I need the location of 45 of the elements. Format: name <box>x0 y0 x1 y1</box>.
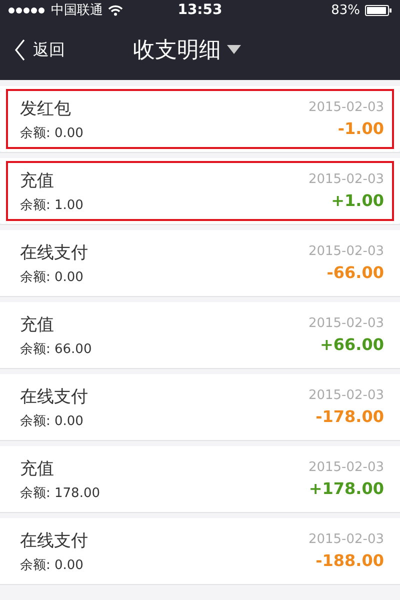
carrier-name: 中国联通 <box>51 2 103 19</box>
transaction-date: 2015-02-03 <box>308 316 384 331</box>
transaction-title: 在线支付 <box>20 386 88 408</box>
transaction-date: 2015-02-03 <box>308 460 384 475</box>
transaction-date: 2015-02-03 <box>308 100 384 115</box>
transaction-title: 发红包 <box>20 98 72 120</box>
amount-text: -178.00 <box>316 407 384 426</box>
transaction-title: 充值 <box>20 170 55 192</box>
back-button[interactable]: 返回 <box>14 39 65 61</box>
wifi-icon <box>108 4 123 16</box>
battery-icon <box>364 4 392 16</box>
balance-text: 余额: 0.00 <box>20 268 84 286</box>
transaction-date: 2015-02-03 <box>308 244 384 259</box>
amount-text: +66.00 <box>320 335 384 354</box>
battery-percentage: 83% <box>331 2 360 18</box>
transaction-row[interactable]: 在线支付 余额: 0.00 2015-02-03 -66.00 <box>0 230 400 297</box>
transaction-row[interactable]: 发红包 余额: 0.00 2015-02-03 -1.00 <box>0 86 400 153</box>
transaction-title: 在线支付 <box>20 242 88 264</box>
transaction-row[interactable]: 在线支付 余额: 0.00 2015-02-03 -178.00 <box>0 374 400 441</box>
transaction-row[interactable]: 充值 余额: 66.00 2015-02-03 +66.00 <box>0 302 400 369</box>
amount-text: -188.00 <box>316 551 384 570</box>
transaction-title: 充值 <box>20 458 55 480</box>
transaction-title: 在线支付 <box>20 530 88 552</box>
balance-text: 余额: 1.00 <box>20 196 84 214</box>
transaction-date: 2015-02-03 <box>308 388 384 403</box>
balance-text: 余额: 66.00 <box>20 340 92 358</box>
transaction-date: 2015-02-03 <box>308 172 384 187</box>
amount-text: +1.00 <box>331 191 384 210</box>
transaction-row[interactable]: 充值 余额: 1.00 2015-02-03 +1.00 <box>0 158 400 225</box>
signal-icon <box>8 6 46 14</box>
balance-text: 余额: 178.00 <box>20 484 100 502</box>
amount-text: -1.00 <box>338 119 384 138</box>
clock-time: 13:53 <box>178 2 222 18</box>
amount-text: +178.00 <box>308 479 384 498</box>
caret-icon <box>227 45 241 55</box>
amount-text: -66.00 <box>326 263 384 282</box>
balance-text: 余额: 0.00 <box>20 124 84 142</box>
transaction-title: 充值 <box>20 314 55 336</box>
transaction-date: 2015-02-03 <box>308 532 384 547</box>
title-dropdown[interactable]: 收支明细 <box>133 35 241 65</box>
back-chevron-icon <box>14 39 26 61</box>
balance-text: 余额: 0.00 <box>20 556 84 574</box>
balance-text: 余额: 0.00 <box>20 412 84 430</box>
transaction-row[interactable]: 充值 余额: 178.00 2015-02-03 +178.00 <box>0 446 400 513</box>
transaction-row[interactable]: 在线支付 余额: 0.00 2015-02-03 -188.00 <box>0 518 400 585</box>
